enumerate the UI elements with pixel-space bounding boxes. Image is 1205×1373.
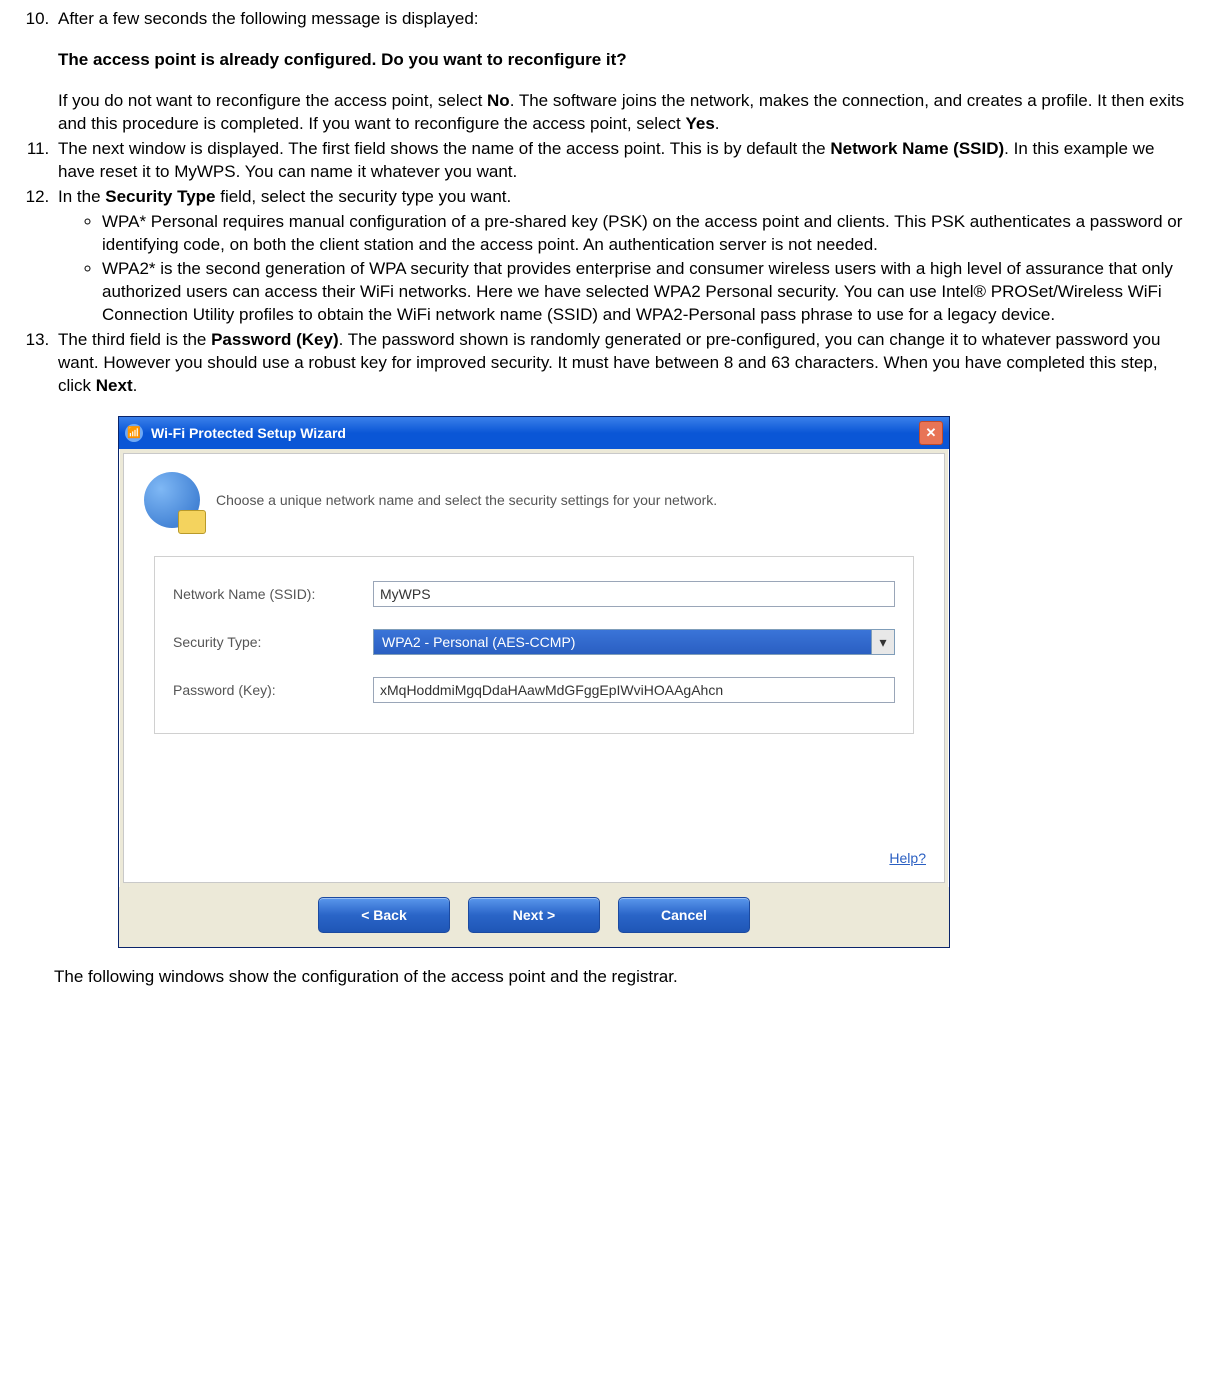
step-12-sub1: WPA* Personal requires manual configurat… [102,211,1191,257]
step-13-text-c: . [133,376,138,395]
wifi-titlebar-icon: 📶 [125,424,143,442]
label-sectype: Security Type: [173,633,373,652]
step-10-line1: After a few seconds the following messag… [58,9,479,28]
step-13-next: Next [96,376,133,395]
form-group: Network Name (SSID): MyWPS Security Type… [154,556,914,734]
step-12-sectype: Security Type [105,187,215,206]
step-12-text-b: field, select the security type you want… [216,187,512,206]
row-sectype: Security Type: WPA2 - Personal (AES-CCMP… [173,629,895,655]
dialog-intro-text: Choose a unique network name and select … [216,491,717,510]
dialog-body: Choose a unique network name and select … [123,453,945,883]
input-password[interactable]: xMqHoddmiMgqDdaHAawMdGFggEpIWviHOAAgAhcn [373,677,895,703]
back-button[interactable]: < Back [318,897,450,933]
step-12-sub2: WPA2* is the second generation of WPA se… [102,258,1191,327]
step-11: The next window is displayed. The first … [54,138,1191,184]
following-text: The following windows show the configura… [54,966,1191,989]
step-11-text-a: The next window is displayed. The first … [58,139,830,158]
step-13: The third field is the Password (Key). T… [54,329,1191,948]
step-12-text-a: In the [58,187,105,206]
wizard-dialog-screenshot: 📶 Wi-Fi Protected Setup Wizard ✕ Choose … [118,416,1191,948]
label-password: Password (Key): [173,681,373,700]
step-10-message: The access point is already configured. … [58,50,627,69]
dialog-intro: Choose a unique network name and select … [144,472,924,528]
dialog-titlebar: 📶 Wi-Fi Protected Setup Wizard ✕ [119,417,949,449]
chevron-down-icon[interactable]: ▾ [871,630,894,654]
wifi-lock-icon [144,472,200,528]
dialog-title: Wi-Fi Protected Setup Wizard [151,424,919,443]
step-10-text-a: If you do not want to reconfigure the ac… [58,91,487,110]
step-10: After a few seconds the following messag… [54,8,1191,136]
step-10-no: No [487,91,510,110]
select-sectype-value: WPA2 - Personal (AES-CCMP) [374,631,871,654]
step-12-sublist: WPA* Personal requires manual configurat… [58,211,1191,328]
input-ssid[interactable]: MyWPS [373,581,895,607]
instruction-list: After a few seconds the following messag… [14,8,1191,948]
step-12: In the Security Type field, select the s… [54,186,1191,328]
step-11-ssid: Network Name (SSID) [830,139,1004,158]
row-password: Password (Key): xMqHoddmiMgqDdaHAawMdGFg… [173,677,895,703]
step-13-text-a: The third field is the [58,330,211,349]
dialog-button-bar: < Back Next > Cancel [119,887,949,947]
cancel-button[interactable]: Cancel [618,897,750,933]
select-sectype[interactable]: WPA2 - Personal (AES-CCMP) ▾ [373,629,895,655]
close-button[interactable]: ✕ [919,421,943,445]
wizard-dialog: 📶 Wi-Fi Protected Setup Wizard ✕ Choose … [118,416,950,948]
next-button[interactable]: Next > [468,897,600,933]
step-10-text-c: . [715,114,720,133]
help-link[interactable]: Help? [889,849,926,868]
step-10-yes: Yes [685,114,714,133]
label-ssid: Network Name (SSID): [173,585,373,604]
step-13-password: Password (Key) [211,330,339,349]
row-ssid: Network Name (SSID): MyWPS [173,581,895,607]
